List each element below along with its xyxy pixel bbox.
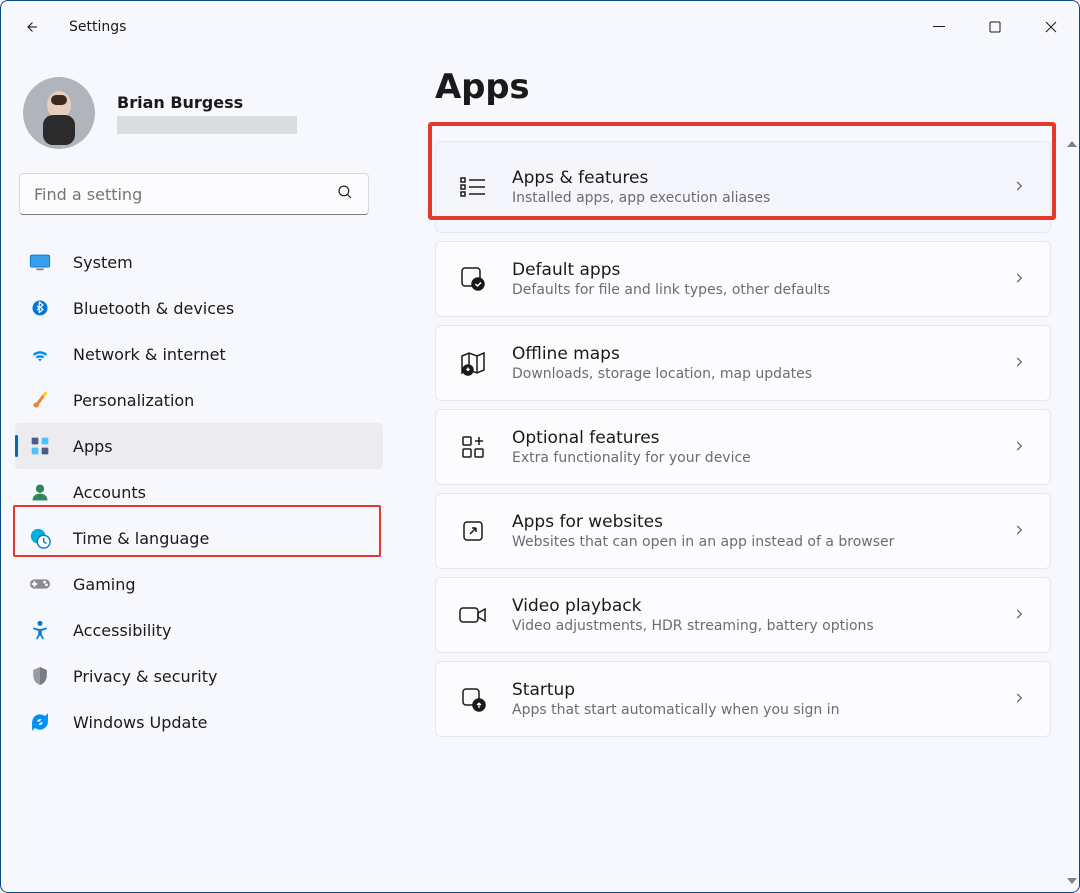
- sidebar-item-label: Windows Update: [73, 713, 207, 732]
- card-video-playback[interactable]: Video playback Video adjustments, HDR st…: [435, 577, 1051, 653]
- update-icon: [29, 711, 51, 733]
- chevron-right-icon: [1012, 270, 1030, 289]
- card-title: Optional features: [512, 428, 1012, 448]
- sidebar-item-apps[interactable]: Apps: [15, 423, 383, 469]
- list-icon: [456, 170, 490, 204]
- card-title: Default apps: [512, 260, 1012, 280]
- minimize-button[interactable]: [911, 1, 967, 53]
- app-title: Settings: [69, 19, 126, 35]
- card-title: Video playback: [512, 596, 1012, 616]
- video-icon: [456, 598, 490, 632]
- avatar: [23, 77, 95, 149]
- card-title: Startup: [512, 680, 1012, 700]
- sidebar-item-privacy[interactable]: Privacy & security: [15, 653, 383, 699]
- card-subtitle: Video adjustments, HDR streaming, batter…: [512, 618, 1012, 634]
- card-default-apps[interactable]: Default apps Defaults for file and link …: [435, 241, 1051, 317]
- open-external-icon: [456, 514, 490, 548]
- card-subtitle: Apps that start automatically when you s…: [512, 702, 1012, 718]
- chevron-right-icon: [1012, 438, 1030, 457]
- sidebar: Brian Burgess System Bluetooth & devi: [1, 53, 397, 892]
- maximize-button[interactable]: [967, 1, 1023, 53]
- main-pane: Apps Apps & features Installed apps, app…: [397, 53, 1079, 892]
- scroll-down-arrow[interactable]: [1067, 878, 1077, 884]
- sidebar-item-label: Privacy & security: [73, 667, 217, 686]
- vertical-scrollbar[interactable]: [1069, 141, 1075, 884]
- person-icon: [29, 481, 51, 503]
- sidebar-item-time-language[interactable]: Time & language: [15, 515, 383, 561]
- accessibility-icon: [29, 619, 51, 641]
- chevron-right-icon: [1012, 606, 1030, 625]
- gamepad-icon: [29, 573, 51, 595]
- search-box[interactable]: [19, 173, 369, 215]
- back-button[interactable]: [19, 15, 43, 39]
- wifi-icon: [29, 343, 51, 365]
- shield-icon: [29, 665, 51, 687]
- profile-email-redacted: [117, 116, 297, 134]
- card-subtitle: Installed apps, app execution aliases: [512, 190, 1012, 206]
- chevron-right-icon: [1012, 178, 1030, 197]
- sidebar-item-label: Accessibility: [73, 621, 171, 640]
- sidebar-item-system[interactable]: System: [15, 239, 383, 285]
- search-icon: [336, 183, 354, 205]
- sidebar-item-label: System: [73, 253, 133, 272]
- card-optional-features[interactable]: Optional features Extra functionality fo…: [435, 409, 1051, 485]
- close-button[interactable]: [1023, 1, 1079, 53]
- chevron-right-icon: [1012, 354, 1030, 373]
- bluetooth-icon: [29, 297, 51, 319]
- card-subtitle: Websites that can open in an app instead…: [512, 534, 1012, 550]
- clock-globe-icon: [29, 527, 51, 549]
- card-title: Offline maps: [512, 344, 1012, 364]
- chevron-right-icon: [1012, 690, 1030, 709]
- sidebar-item-label: Apps: [73, 437, 113, 456]
- sidebar-item-label: Accounts: [73, 483, 146, 502]
- sidebar-item-update[interactable]: Windows Update: [15, 699, 383, 745]
- card-startup[interactable]: Startup Apps that start automatically wh…: [435, 661, 1051, 737]
- sidebar-item-bluetooth[interactable]: Bluetooth & devices: [15, 285, 383, 331]
- card-offline-maps[interactable]: Offline maps Downloads, storage location…: [435, 325, 1051, 401]
- nav-list: System Bluetooth & devices Network & int…: [15, 239, 383, 745]
- sidebar-item-label: Personalization: [73, 391, 194, 410]
- card-subtitle: Defaults for file and link types, other …: [512, 282, 1012, 298]
- map-icon: [456, 346, 490, 380]
- page-title: Apps: [435, 67, 1051, 107]
- default-app-icon: [456, 262, 490, 296]
- scroll-up-arrow[interactable]: [1067, 141, 1077, 147]
- chevron-right-icon: [1012, 522, 1030, 541]
- sidebar-item-label: Time & language: [73, 529, 209, 548]
- card-apps-for-websites[interactable]: Apps for websites Websites that can open…: [435, 493, 1051, 569]
- monitor-icon: [29, 251, 51, 273]
- apps-grid-icon: [29, 435, 51, 457]
- sidebar-item-accounts[interactable]: Accounts: [15, 469, 383, 515]
- add-feature-icon: [456, 430, 490, 464]
- sidebar-item-label: Bluetooth & devices: [73, 299, 234, 318]
- profile-name: Brian Burgess: [117, 93, 297, 112]
- search-input[interactable]: [34, 185, 336, 204]
- profile-block[interactable]: Brian Burgess: [15, 73, 383, 173]
- sidebar-item-gaming[interactable]: Gaming: [15, 561, 383, 607]
- sidebar-item-label: Network & internet: [73, 345, 226, 364]
- card-subtitle: Downloads, storage location, map updates: [512, 366, 1012, 382]
- card-title: Apps for websites: [512, 512, 1012, 532]
- card-apps-features[interactable]: Apps & features Installed apps, app exec…: [435, 141, 1051, 233]
- paintbrush-icon: [29, 389, 51, 411]
- sidebar-item-personalization[interactable]: Personalization: [15, 377, 383, 423]
- sidebar-item-network[interactable]: Network & internet: [15, 331, 383, 377]
- startup-icon: [456, 682, 490, 716]
- card-subtitle: Extra functionality for your device: [512, 450, 1012, 466]
- card-title: Apps & features: [512, 168, 1012, 188]
- sidebar-item-accessibility[interactable]: Accessibility: [15, 607, 383, 653]
- titlebar: Settings: [1, 1, 1079, 53]
- sidebar-item-label: Gaming: [73, 575, 136, 594]
